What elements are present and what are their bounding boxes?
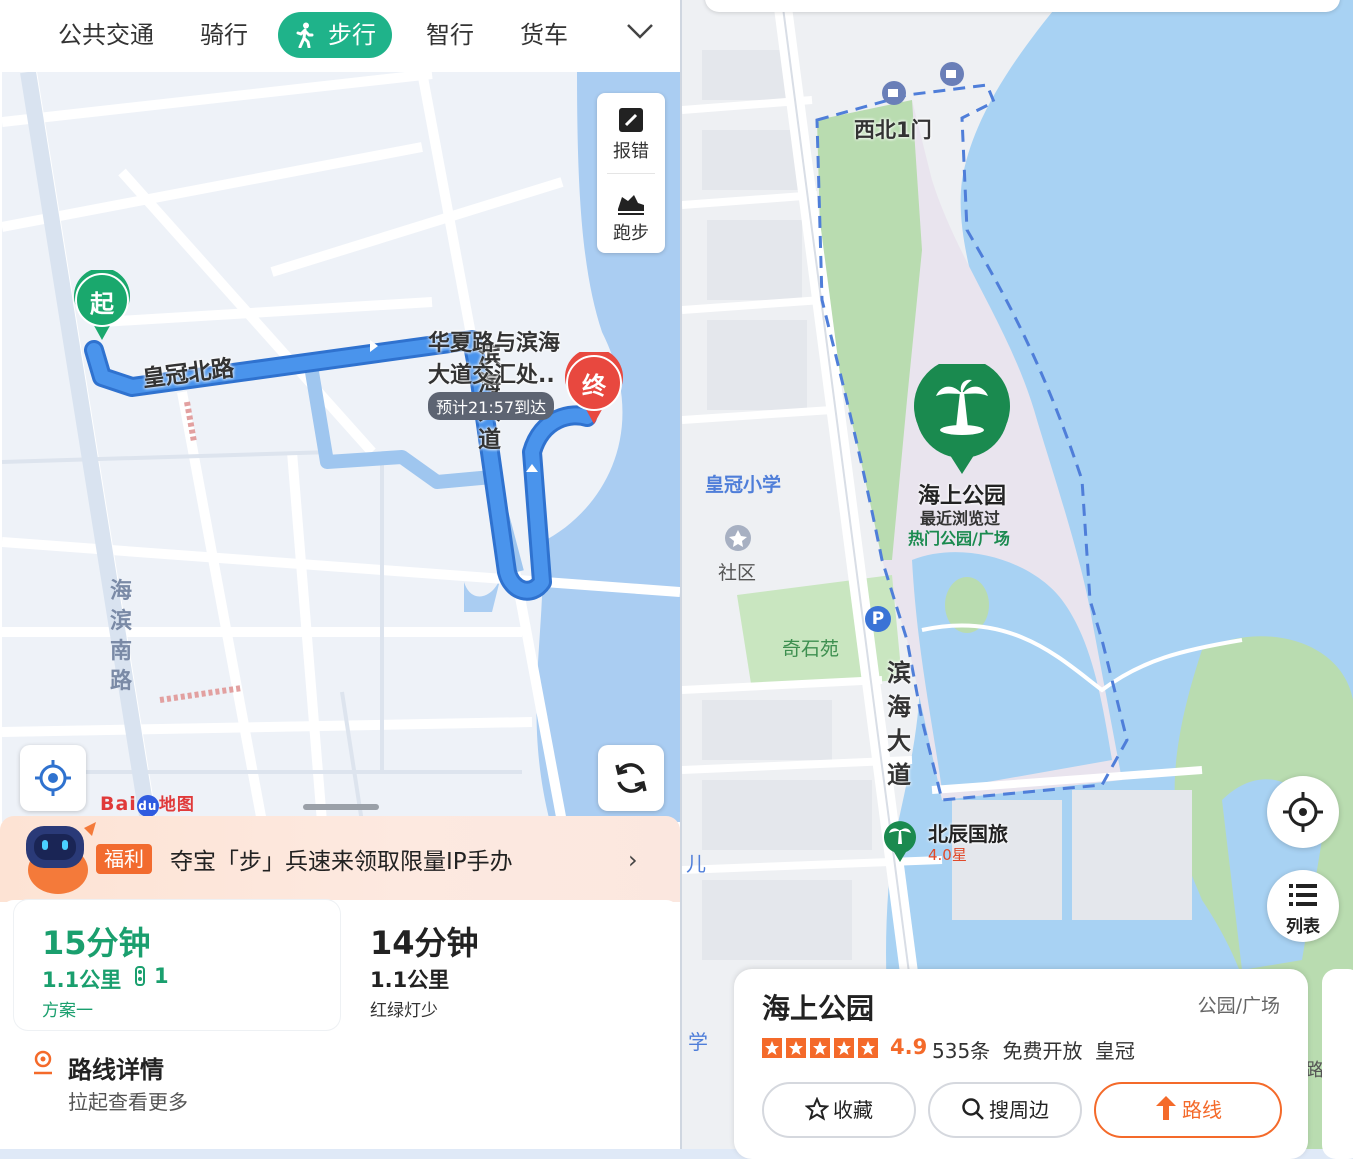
tab-public-transit[interactable]: 公共交通 xyxy=(58,12,154,58)
poi-area: 皇冠 xyxy=(1094,1039,1135,1063)
poi-category: 公园/广场 xyxy=(1197,995,1280,1017)
report-error-label: 报错 xyxy=(613,141,649,162)
star-icon xyxy=(858,1037,878,1058)
chevron-right-icon[interactable]: › xyxy=(628,846,638,874)
locate-me-button[interactable] xyxy=(1267,776,1339,848)
option-1-note: 方案一 xyxy=(42,1001,93,1021)
map-tools-panel: 报错 跑步 xyxy=(597,93,665,253)
favorite-button[interactable]: 收藏 xyxy=(762,1082,916,1138)
tab-truck[interactable]: 货车 xyxy=(520,12,568,58)
poi-name: 海上公园 xyxy=(762,992,875,1025)
parking-icon[interactable]: P xyxy=(865,606,891,632)
crosshair-icon xyxy=(1283,792,1323,832)
tab-walking[interactable]: 步行 xyxy=(278,12,392,58)
tab-walking-label: 步行 xyxy=(328,21,376,49)
route-arrow-icon xyxy=(1156,1096,1176,1120)
tab-cycling[interactable]: 骑行 xyxy=(200,12,248,58)
refresh-icon xyxy=(615,763,647,793)
route-label: 路线 xyxy=(1182,1098,1222,1122)
transport-mode-tabs: 公共交通 骑行 步行 智行 货车 xyxy=(0,0,680,72)
hotel-name: 北辰国旅 xyxy=(928,822,1008,846)
start-marker-label: 起 xyxy=(90,290,114,318)
chevron-down-icon[interactable] xyxy=(626,22,654,40)
route-option-1[interactable]: 15分钟 1.1公里 1 方案一 xyxy=(14,900,340,1030)
route-map[interactable]: 起 终 皇冠北路 滨海大道 海滨南路 华夏路与滨海大道交汇处.. 预计21:57… xyxy=(1,69,680,824)
next-poi-card-edge[interactable] xyxy=(1322,969,1353,1159)
search-bar-edge[interactable] xyxy=(705,0,1340,12)
option-2-note: 红绿灯少 xyxy=(370,1001,438,1021)
list-icon xyxy=(1289,884,1317,906)
search-nearby-label: 搜周边 xyxy=(989,1098,1049,1122)
baidu-map-logo: Baidu地图 xyxy=(100,790,195,817)
eta-badge: 预计21:57到达 xyxy=(428,392,555,420)
edit-icon xyxy=(619,108,643,132)
edge-label-left: 儿 xyxy=(686,852,706,876)
walk-icon xyxy=(296,22,314,48)
poi-card[interactable]: 海上公园 公园/广场 4.9 535条 免费开放 皇冠 收藏 搜周边 路线 xyxy=(734,969,1308,1159)
star-icon xyxy=(834,1037,854,1058)
refresh-button[interactable] xyxy=(598,745,664,811)
option-1-time: 15分钟 xyxy=(42,924,151,962)
star-icon xyxy=(810,1037,830,1058)
poi-fee: 免费开放 xyxy=(1002,1039,1083,1063)
running-shoe-icon xyxy=(618,195,644,215)
tab-smart[interactable]: 智行 xyxy=(426,12,474,58)
search-nearby-button[interactable]: 搜周边 xyxy=(928,1082,1082,1138)
route-details-title[interactable]: 路线详情 xyxy=(68,1050,164,1085)
destination-label: 华夏路与滨海大道交汇处.. xyxy=(428,331,561,388)
poi-meta: 535条 免费开放 皇冠 xyxy=(932,1035,1135,1064)
gate-label: 西北1门 xyxy=(854,118,932,142)
search-icon xyxy=(962,1098,984,1120)
promo-tag: 福利 xyxy=(96,844,152,874)
logo-du: du xyxy=(136,795,159,817)
route-option-2[interactable]: 14分钟 1.1公里 红绿灯少 xyxy=(356,900,656,1030)
promo-text: 夺宝「步」兵速来领取限量IP手办 xyxy=(170,849,513,875)
route-details-subtitle: 拉起查看更多 xyxy=(68,1090,188,1114)
poi-rating: 4.9 xyxy=(890,1035,928,1059)
logo-zh: 地图 xyxy=(158,795,195,815)
garden-label: 奇石苑 xyxy=(782,638,840,660)
list-label: 列表 xyxy=(1286,917,1320,937)
edge-label-school: 学 xyxy=(688,1030,708,1054)
traffic-light-icon xyxy=(135,966,145,986)
list-button[interactable]: 列表 xyxy=(1267,870,1339,942)
option-1-lights: 1 xyxy=(154,964,169,988)
school-label: 皇冠小学 xyxy=(705,474,782,496)
locate-button[interactable] xyxy=(20,745,86,811)
running-label: 跑步 xyxy=(613,223,649,244)
road-label-south: 海滨南路 xyxy=(110,579,133,694)
logo-text: Bai xyxy=(100,793,137,815)
route-map-canvas xyxy=(1,69,680,824)
report-error-button[interactable]: 报错 xyxy=(597,93,665,171)
hotel-pin[interactable] xyxy=(882,820,918,864)
star-icon xyxy=(762,1037,782,1058)
route-button[interactable]: 路线 xyxy=(1094,1082,1282,1138)
favorite-label: 收藏 xyxy=(833,1098,873,1122)
coastal-road-label: 滨海大道 xyxy=(887,659,911,789)
robot-mascot-icon xyxy=(26,822,96,894)
route-panel: 公共交通 骑行 步行 智行 货车 起 终 皇冠北路 滨海 道 海滨南路 华夏路与… xyxy=(0,0,680,1149)
end-marker-label: 终 xyxy=(582,372,606,400)
star-outline-icon xyxy=(804,1096,830,1121)
poi-reviews[interactable]: 535条 xyxy=(932,1039,990,1063)
star-icon xyxy=(786,1037,806,1058)
running-button[interactable]: 跑步 xyxy=(597,175,665,253)
option-2-time: 14分钟 xyxy=(370,924,479,962)
community-label: 社区 xyxy=(718,562,757,584)
option-2-distance: 1.1公里 xyxy=(370,968,450,992)
location-pin-icon xyxy=(34,1050,52,1075)
park-pin-category: 热门公园/广场 xyxy=(908,529,1010,548)
option-1-distance: 1.1公里 xyxy=(42,968,122,992)
poi-stars xyxy=(762,1037,882,1058)
hotel-rating: 4.0星 xyxy=(928,846,967,864)
locate-icon xyxy=(35,760,71,796)
sheet-grab-handle[interactable] xyxy=(303,804,379,810)
park-pin[interactable] xyxy=(912,364,1012,476)
